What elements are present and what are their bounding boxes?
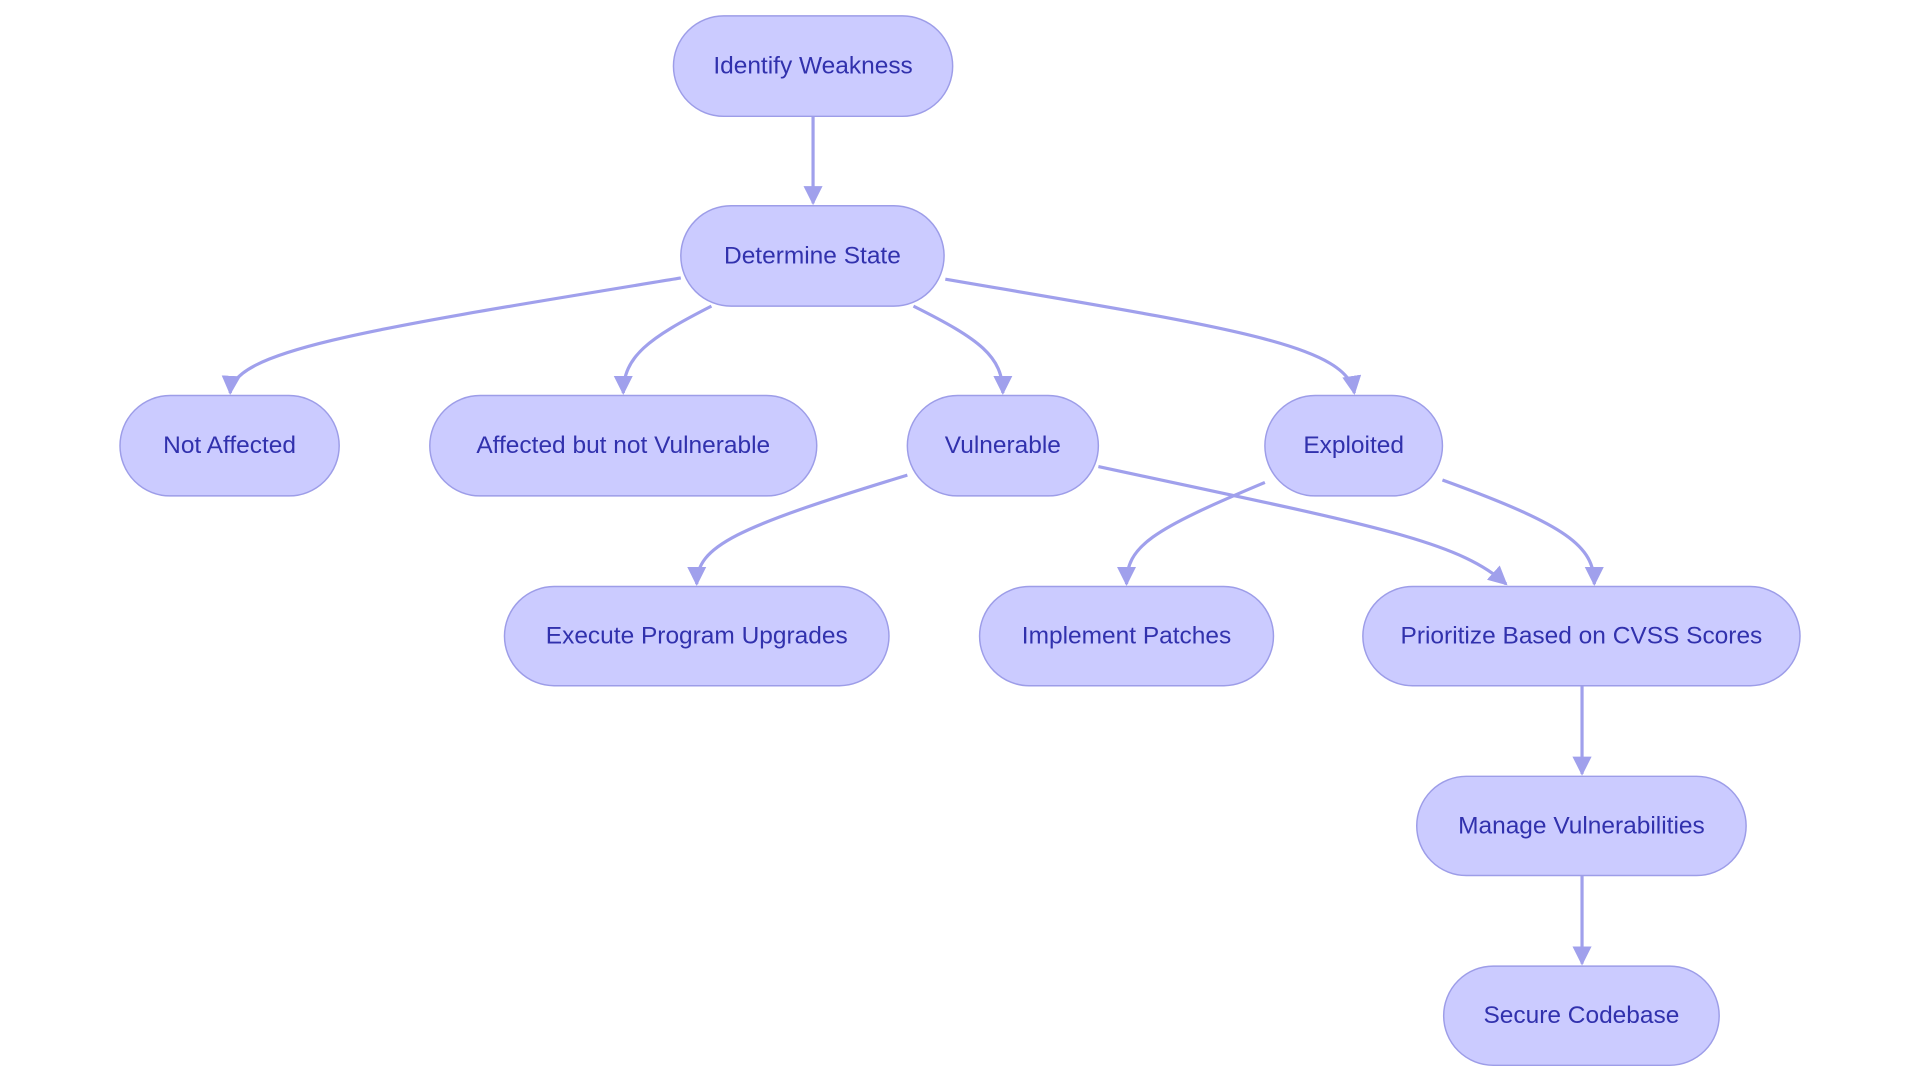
edge-determine-to-vulnerable: [912, 304, 1013, 395]
node-upgrades: Execute Program Upgrades: [503, 585, 890, 687]
edge-determine-to-affected: [613, 304, 713, 395]
node-patches: Implement Patches: [978, 585, 1275, 687]
edge-determine-to-not_affected: [221, 276, 682, 395]
edge-determine-to-exploited: [945, 277, 1362, 395]
node-label: Determine State: [724, 242, 901, 269]
node-label: Affected but not Vulnerable: [476, 432, 770, 459]
node-label: Manage Vulnerabilities: [1458, 812, 1705, 839]
node-label: Execute Program Upgrades: [546, 623, 848, 650]
node-label: Not Affected: [163, 432, 296, 459]
edge-exploited-to-prioritize: [1441, 478, 1604, 586]
node-label: Identify Weakness: [713, 53, 912, 80]
node-label: Exploited: [1303, 432, 1404, 459]
node-vulnerable: Vulnerable: [906, 394, 1100, 497]
node-affected: Affected but not Vulnerable: [429, 394, 818, 497]
node-label: Prioritize Based on CVSS Scores: [1401, 623, 1763, 650]
node-label: Implement Patches: [1022, 623, 1231, 650]
node-secure: Secure Codebase: [1442, 965, 1720, 1067]
node-determine: Determine State: [680, 204, 945, 307]
node-label: Secure Codebase: [1483, 1002, 1679, 1029]
node-identify: Identify Weakness: [672, 15, 954, 118]
node-exploited: Exploited: [1264, 394, 1444, 497]
node-prioritize: Prioritize Based on CVSS Scores: [1362, 585, 1801, 687]
node-not-affected: Not Affected: [119, 394, 340, 497]
node-label: Vulnerable: [945, 432, 1061, 459]
node-manage: Manage Vulnerabilities: [1416, 775, 1747, 877]
flowchart-diagram: Identify Weakness Determine State Not Affe…: [119, 15, 1801, 1067]
